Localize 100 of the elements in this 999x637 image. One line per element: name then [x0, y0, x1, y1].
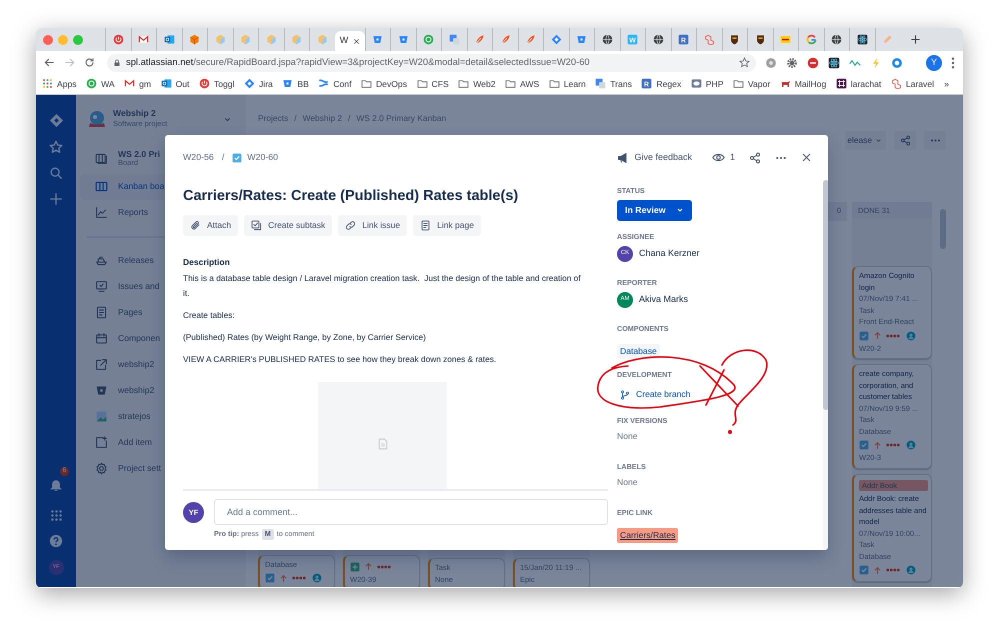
user-name[interactable]: Akiva Marks — [639, 293, 688, 307]
issue-key-link[interactable]: W20-60 — [247, 150, 278, 164]
cube-icon — [240, 34, 252, 45]
bookmark[interactable]: Jira — [244, 78, 273, 90]
project-name: Webship 2 — [113, 109, 157, 118]
issue-title: Carriers/Rates: Create (Published) Rates table(s) — [183, 187, 520, 206]
paperclip-icon — [190, 220, 201, 231]
tile-icon — [164, 34, 175, 45]
feedback-button[interactable]: Give feedback — [617, 150, 692, 164]
dots-icon — [886, 443, 900, 447]
ring-icon — [806, 34, 817, 45]
close-icon[interactable] — [353, 38, 360, 44]
ring-icon[interactable] — [891, 56, 904, 68]
close-button[interactable] — [801, 152, 812, 163]
bookmark[interactable]: AWS — [505, 78, 540, 90]
external-link-icon — [95, 358, 108, 372]
zoom-window-button[interactable] — [73, 34, 83, 44]
bookmark[interactable]: Web2 — [458, 78, 496, 90]
add-page-icon — [95, 436, 108, 450]
diamond-icon — [244, 78, 255, 90]
dots-icon — [377, 564, 391, 568]
search-icon[interactable] — [49, 166, 63, 180]
shield-icon — [729, 34, 740, 45]
bucket-icon — [372, 34, 384, 45]
shield-icon — [754, 34, 766, 45]
comment-field[interactable]: Add a comment... — [214, 499, 608, 526]
action-button[interactable]: Link page — [413, 214, 481, 236]
breadcrumb-separator: / — [222, 150, 224, 164]
bucket-icon — [576, 34, 588, 45]
bookmarks-overflow-button[interactable]: » — [944, 78, 949, 90]
bookmark[interactable]: Laravel — [890, 78, 934, 90]
folder-icon — [360, 78, 372, 90]
diamond-icon — [550, 34, 562, 45]
chat-icon — [423, 34, 434, 45]
bookmark[interactable]: gm — [124, 78, 152, 90]
forward-icon[interactable] — [64, 57, 75, 68]
help-icon[interactable] — [49, 534, 63, 548]
bookmark[interactable]: larachat — [836, 78, 882, 90]
bookmark[interactable]: WA — [86, 78, 115, 90]
dots-icon — [886, 568, 900, 572]
scrollbar[interactable] — [940, 208, 946, 249]
bookmark[interactable]: Vapor — [732, 78, 770, 90]
create-branch-link[interactable]: Create branch — [617, 388, 690, 402]
action-button[interactable]: Link issue — [338, 214, 408, 236]
reload-icon[interactable] — [84, 57, 95, 68]
back-icon[interactable] — [44, 57, 55, 68]
translate-icon — [595, 78, 606, 90]
mail-icon — [138, 34, 150, 45]
bookmark[interactable]: Conf — [318, 78, 352, 90]
power-icon — [112, 34, 124, 45]
bookmark[interactable]: Learn — [548, 78, 586, 90]
epic-link[interactable]: Carriers/Rates — [617, 528, 678, 543]
stop-icon[interactable] — [807, 56, 820, 68]
star-icon[interactable] — [739, 57, 750, 68]
menu-icon[interactable] — [951, 56, 955, 68]
close-window-button[interactable] — [43, 34, 53, 44]
description-paragraph: VIEW A CARRIER's PUBLISHED RATES to see how they break down zones & rates. — [183, 352, 498, 366]
bookmark[interactable]: Apps — [42, 78, 77, 90]
apps-icon[interactable] — [50, 509, 62, 522]
bookmark[interactable]: MailHog — [780, 78, 826, 90]
bookmark[interactable]: BB — [282, 78, 309, 90]
browser-tab[interactable]: W — [334, 31, 364, 51]
atom-icon[interactable] — [828, 56, 840, 68]
scrollbar[interactable] — [823, 180, 828, 410]
bookmark[interactable]: DevOps — [360, 78, 408, 90]
action-button[interactable]: Attach — [183, 214, 238, 236]
profile-avatar[interactable]: Y — [926, 54, 942, 70]
circle-icon[interactable] — [765, 56, 778, 68]
bookmark[interactable]: PHP — [690, 78, 724, 90]
feather-icon — [474, 34, 486, 45]
bookmark[interactable]: CFS — [416, 78, 449, 90]
calendar-icon — [95, 332, 108, 346]
bookmark[interactable]: Trans — [595, 78, 632, 90]
arrow-up-icon — [873, 566, 882, 574]
page-icon — [95, 306, 108, 320]
action-button[interactable]: Create subtask — [244, 214, 332, 236]
mail-icon — [124, 78, 136, 90]
tile-icon — [160, 78, 172, 90]
lock-icon — [113, 58, 121, 66]
checkbox-icon — [232, 152, 242, 162]
share-button[interactable] — [749, 152, 761, 164]
component-tag[interactable]: Database — [617, 344, 660, 359]
bell-icon[interactable] — [49, 478, 63, 492]
link-icon — [345, 220, 356, 231]
bookmark[interactable]: Toggl — [198, 78, 234, 90]
plus-square-icon — [350, 562, 360, 572]
project-avatar-icon — [87, 109, 107, 130]
settings-icon — [95, 462, 108, 476]
gear-icon[interactable] — [786, 56, 798, 68]
user-name[interactable]: Chana Kerzner — [639, 247, 700, 261]
status-dropdown[interactable]: In Review — [617, 200, 692, 221]
new-tab-icon[interactable] — [910, 34, 921, 45]
parent-issue-link[interactable]: W20-56 — [183, 150, 214, 164]
plus-icon[interactable] — [49, 192, 63, 206]
logo-icon[interactable] — [48, 113, 64, 128]
bookmark[interactable]: Out — [160, 78, 190, 90]
address-bar[interactable]: spl.atlassian.net/secure/RapidBoard.jspa?rapidView=3&projectKey=W20&modal=detail&selectedIssue=W20-60 — [107, 54, 756, 72]
cube-icon — [266, 34, 277, 45]
share-button[interactable] — [894, 130, 916, 150]
watch-button[interactable]: 1 — [712, 150, 735, 164]
